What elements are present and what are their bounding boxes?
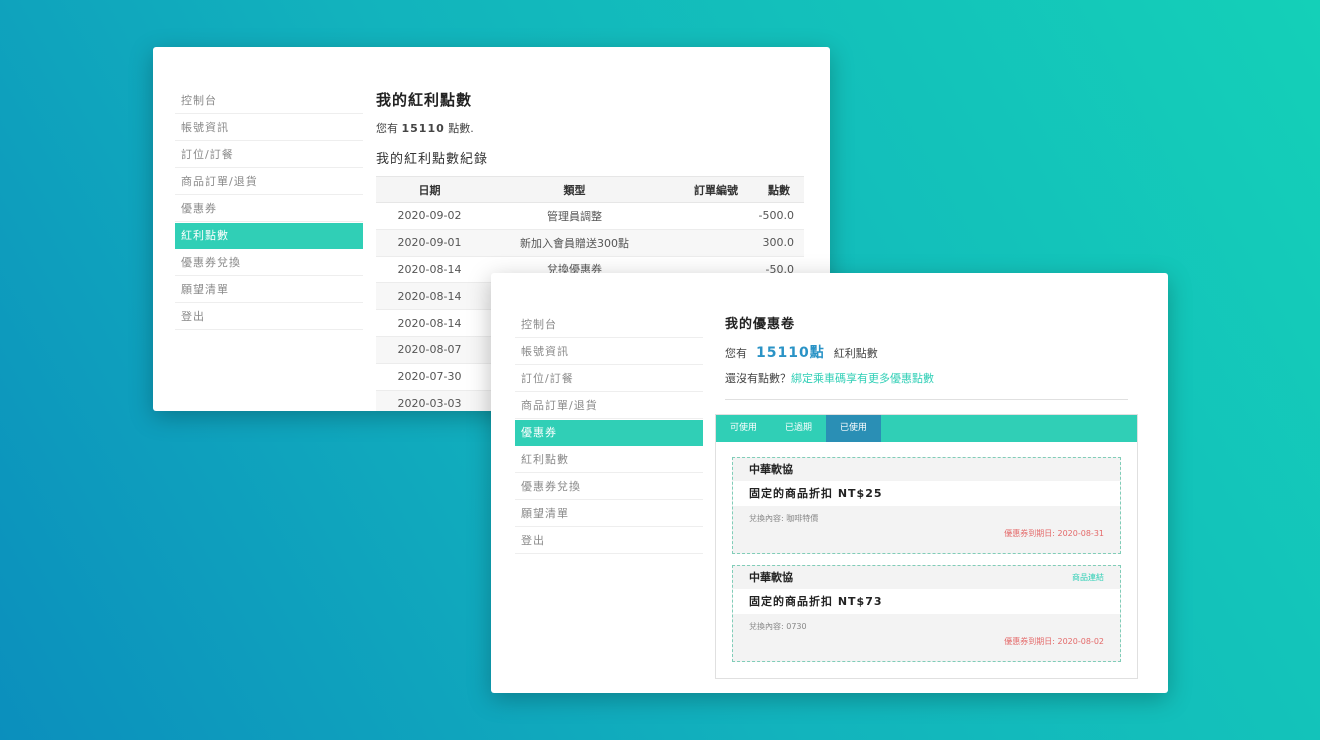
page-title: 我的優惠卷	[725, 317, 796, 332]
cell-date: 2020-08-14	[376, 256, 483, 284]
points-prefix: 您有	[376, 122, 398, 135]
sidebar-item-dashboard[interactable]: 控制台	[515, 312, 703, 338]
coupon-title: 固定的商品折扣 NT$25	[733, 481, 1120, 506]
sidebar-item-logout[interactable]: 登出	[175, 304, 363, 330]
points-value: 15110	[401, 122, 445, 135]
sidebar-nav: 控制台 帳號資訊 訂位/訂餐 商品訂單/退貨 優惠券 紅利點數 優惠券兌換 願望…	[175, 88, 363, 331]
sidebar-item-coupon-exchange[interactable]: 優惠券兌換	[175, 250, 363, 276]
coupon-content: 兌換內容: 0730	[749, 622, 807, 631]
sidebar-item-booking[interactable]: 訂位/訂餐	[175, 142, 363, 168]
coupon-vendor: 中華軟協	[733, 458, 1120, 481]
coupon-card: 中華軟協 固定的商品折扣 NT$25 兌換內容: 咖啡特價 優惠券到期日: 20…	[732, 457, 1121, 554]
coupon-expire-date: 優惠券到期日: 2020-08-02	[1004, 637, 1104, 646]
sidebar-item-logout[interactable]: 登出	[515, 528, 703, 554]
cell-order	[666, 202, 754, 230]
sidebar-item-bonus-points[interactable]: 紅利點數	[175, 223, 363, 249]
cell-type: 新加入會員贈送300點	[483, 229, 666, 257]
cell-points: -500.0	[754, 202, 804, 230]
sidebar-item-orders[interactable]: 商品訂單/退貨	[515, 393, 703, 419]
hint-text: 還沒有點數？	[725, 372, 791, 385]
cell-date: 2020-09-02	[376, 202, 483, 230]
points-summary: 您有 15110點 紅利點數	[725, 342, 1128, 362]
column-header-points: 點數	[754, 176, 804, 203]
column-header-date: 日期	[376, 176, 483, 203]
coupon-tabs-panel: 可使用 已過期 已使用 中華軟協 固定的商品折扣 NT$25 兌換內容: 咖啡特…	[715, 414, 1138, 679]
tab-available[interactable]: 可使用	[716, 415, 771, 442]
sidebar-item-orders[interactable]: 商品訂單/退貨	[175, 169, 363, 195]
sidebar-item-coupons[interactable]: 優惠券	[175, 196, 363, 222]
tab-used[interactable]: 已使用	[826, 415, 881, 442]
page-title: 我的紅利點數	[376, 91, 473, 109]
coupons-window: 控制台 帳號資訊 訂位/訂餐 商品訂單/退貨 優惠券 紅利點數 優惠券兌換 願望…	[491, 273, 1168, 693]
coupon-content: 兌換內容: 咖啡特價	[749, 514, 819, 523]
cell-date: 2020-08-14	[376, 309, 483, 337]
cell-date: 2020-08-07	[376, 336, 483, 364]
sidebar-item-booking[interactable]: 訂位/訂餐	[515, 366, 703, 392]
bind-ride-code-link[interactable]: 綁定乘車碼享有更多優惠點數	[791, 372, 934, 385]
table-header-row: 日期 類型 訂單編號 點數	[376, 176, 804, 203]
coupon-vendor-name: 中華軟協	[749, 571, 793, 584]
coupon-expire-date: 優惠券到期日: 2020-08-31	[1004, 529, 1104, 538]
sidebar-item-coupon-exchange[interactable]: 優惠券兌換	[515, 474, 703, 500]
cell-date: 2020-08-14	[376, 282, 483, 311]
points-summary: 您有 15110 點數.	[376, 120, 804, 136]
tab-expired[interactable]: 已過期	[771, 415, 826, 442]
coupon-title: 固定的商品折扣 NT$73	[733, 589, 1120, 614]
sidebar-item-wishlist[interactable]: 願望清單	[515, 501, 703, 527]
coupon-vendor: 中華軟協 商品連結	[733, 566, 1120, 589]
coupon-tab-bar: 可使用 已過期 已使用	[716, 415, 1137, 442]
table-row: 2020-09-02 管理員調整 -500.0	[376, 202, 804, 230]
points-hint: 還沒有點數？綁定乘車碼享有更多優惠點數	[725, 370, 1128, 386]
sidebar-nav: 控制台 帳號資訊 訂位/訂餐 商品訂單/退貨 優惠券 紅利點數 優惠券兌換 願望…	[515, 312, 703, 555]
product-link[interactable]: 商品連結	[1072, 566, 1104, 589]
cell-type: 管理員調整	[483, 202, 666, 230]
records-title: 我的紅利點數紀錄	[376, 152, 489, 167]
cell-date: 2020-03-03	[376, 390, 483, 411]
cell-date: 2020-07-30	[376, 363, 483, 391]
sidebar-item-coupons[interactable]: 優惠券	[515, 420, 703, 446]
coupon-vendor-name: 中華軟協	[749, 463, 793, 476]
cell-order	[666, 229, 754, 257]
coupon-card: 中華軟協 商品連結 固定的商品折扣 NT$73 兌換內容: 0730 優惠券到期…	[732, 565, 1121, 662]
sidebar-item-account[interactable]: 帳號資訊	[175, 115, 363, 141]
table-row: 2020-09-01 新加入會員贈送300點 300.0	[376, 229, 804, 257]
sidebar-item-account[interactable]: 帳號資訊	[515, 339, 703, 365]
column-header-type: 類型	[483, 176, 666, 203]
sidebar-item-bonus-points[interactable]: 紅利點數	[515, 447, 703, 473]
coupons-main: 我的優惠卷 您有 15110點 紅利點數 還沒有點數？綁定乘車碼享有更多優惠點數	[725, 313, 1128, 400]
column-header-order: 訂單編號	[666, 176, 754, 203]
sidebar-item-wishlist[interactable]: 願望清單	[175, 277, 363, 303]
points-prefix: 您有	[725, 347, 747, 360]
points-suffix: 紅利點數	[833, 347, 878, 360]
sidebar-item-dashboard[interactable]: 控制台	[175, 88, 363, 114]
cell-points: 300.0	[754, 229, 804, 257]
points-suffix: 點數.	[448, 122, 474, 135]
divider	[725, 399, 1128, 400]
points-value: 15110點	[756, 345, 825, 361]
cell-date: 2020-09-01	[376, 229, 483, 257]
